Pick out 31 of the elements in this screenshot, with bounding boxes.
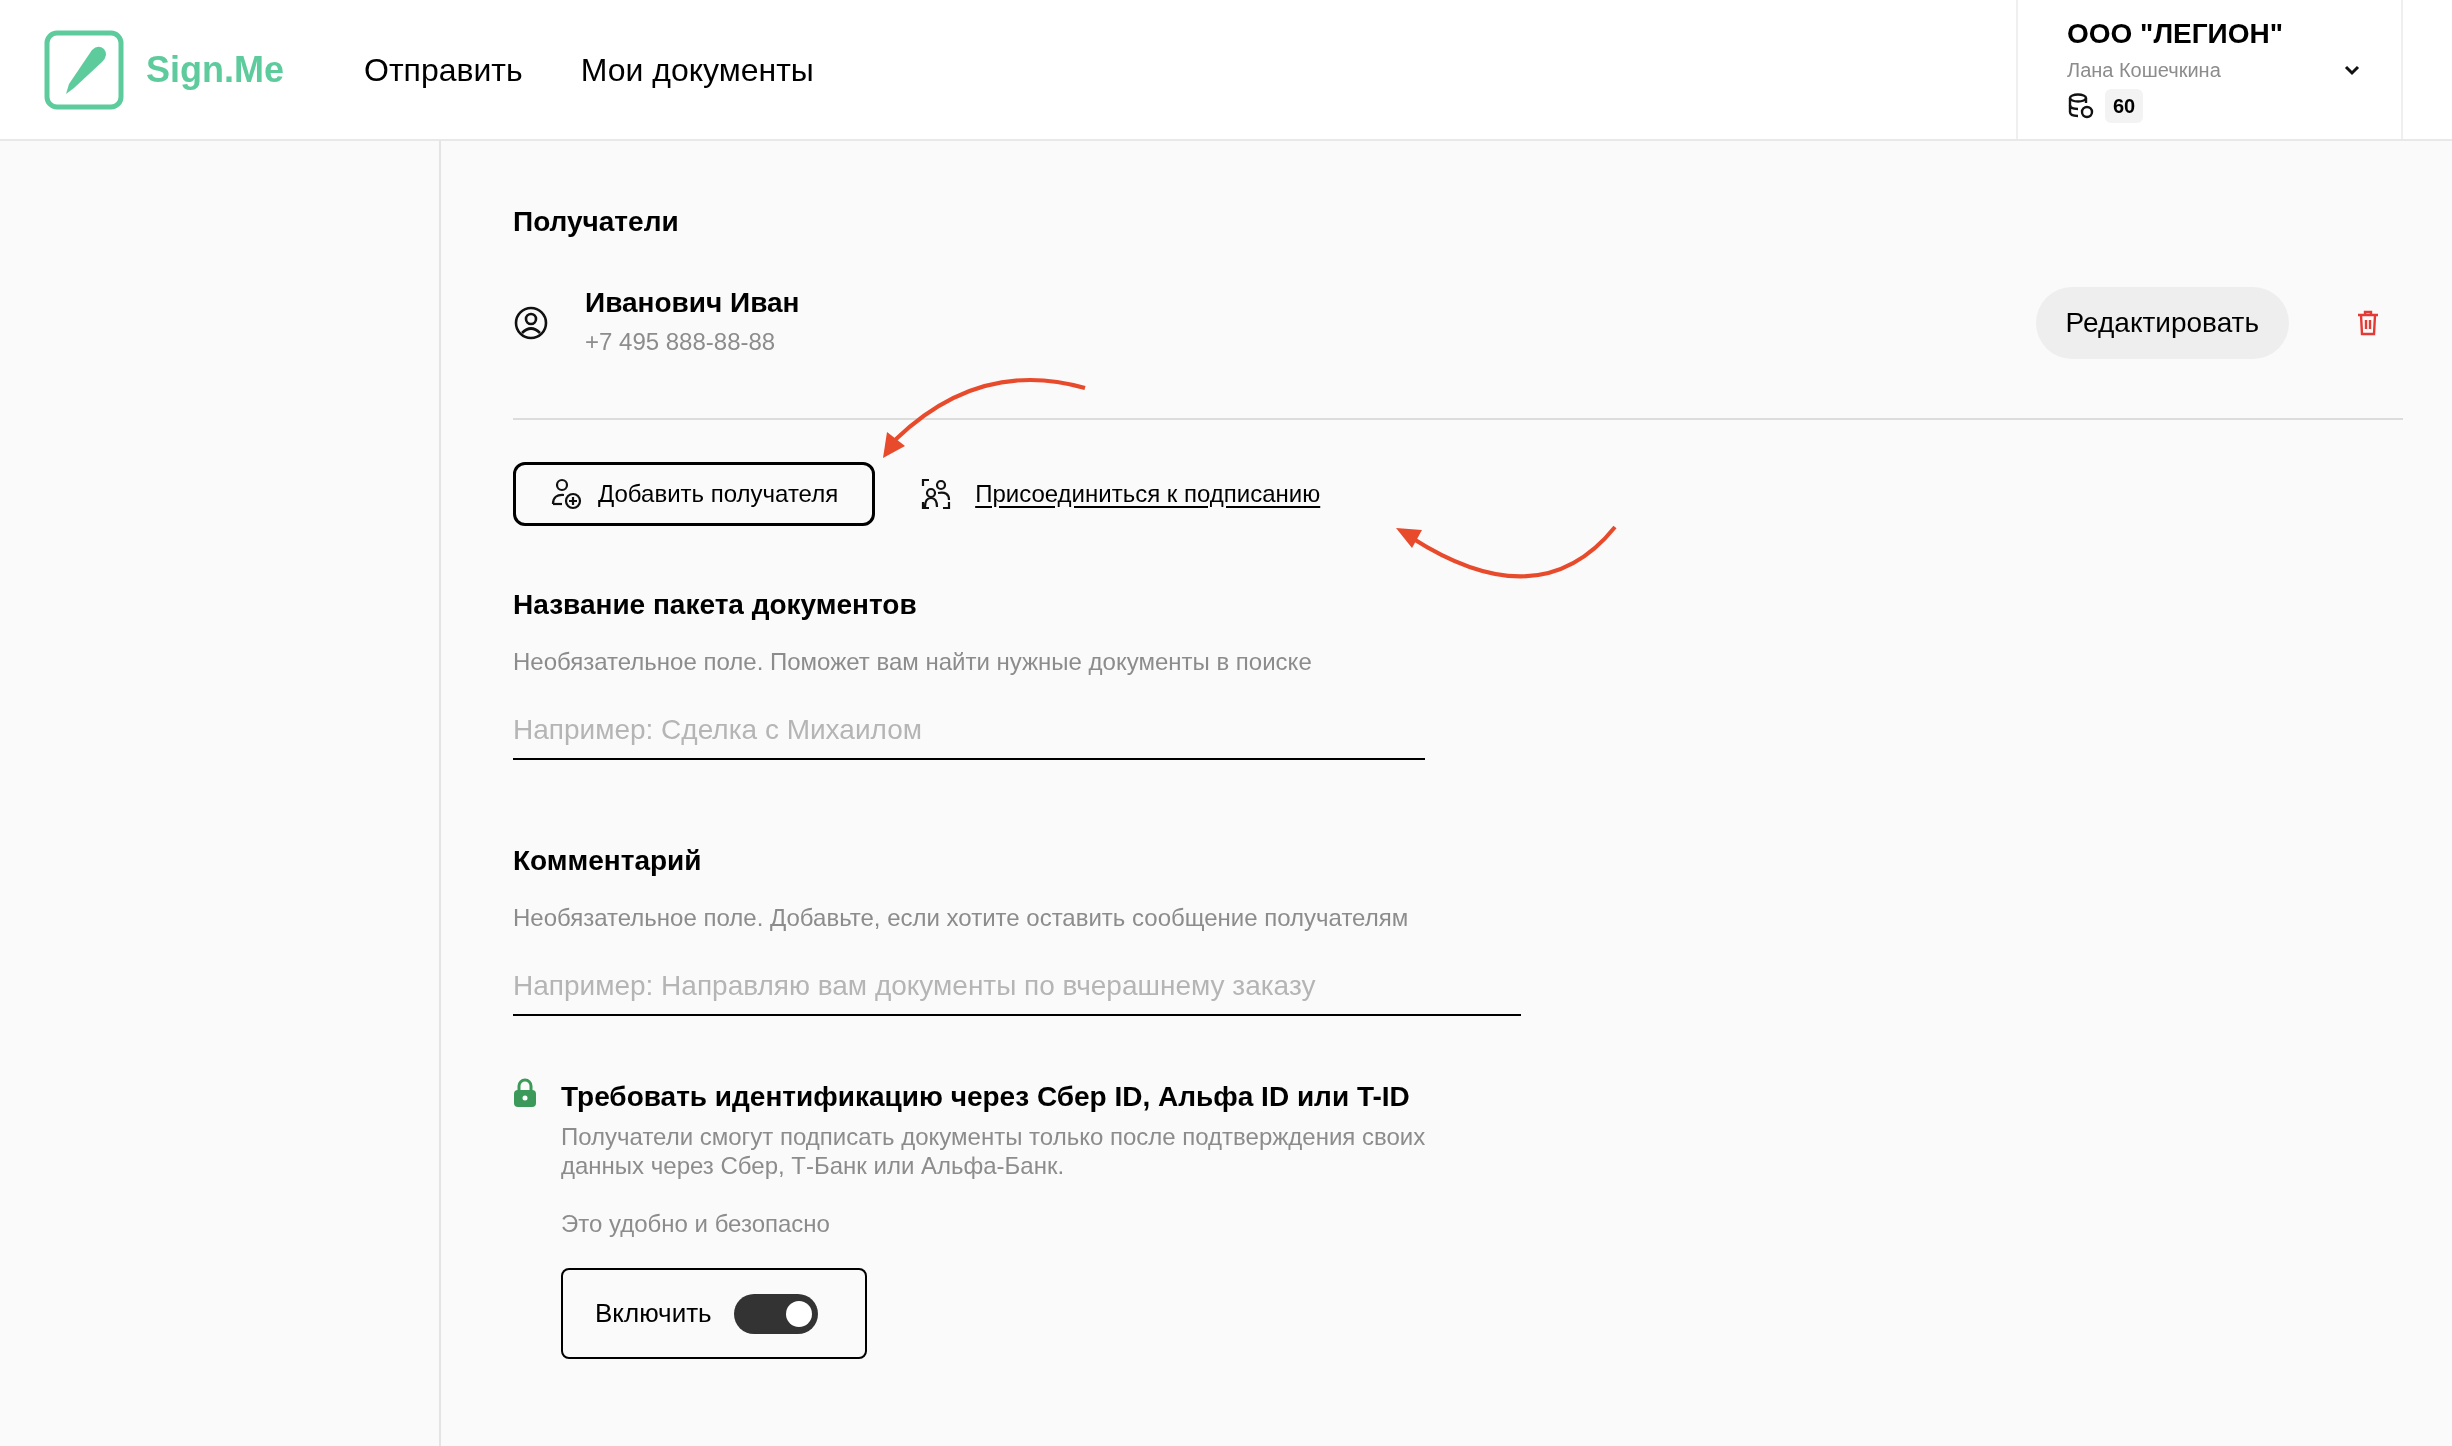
trash-icon[interactable] [2357, 309, 2379, 336]
edit-button[interactable]: Редактировать [2035, 286, 2289, 359]
company-name: ООО "ЛЕГИОН" [2067, 17, 2284, 51]
field-hint: Необязательное поле. Поможет вам найти нужные документы в поиске [513, 647, 1313, 677]
balance-badge: 60 [2105, 89, 2144, 123]
coins-icon [2067, 92, 2095, 120]
input-field[interactable]: Например: Сделка с Михаилом [513, 702, 1425, 760]
lock-icon [513, 1078, 537, 1108]
identification-title: Требовать идентификацию через Сбер ID, Альфа ID или T-ID [561, 1080, 1411, 1114]
chevron-down-icon[interactable] [2343, 64, 2361, 76]
user-circle-icon [513, 304, 549, 341]
nav-link[interactable]: Отправить [364, 45, 523, 94]
nav-link[interactable]: Мои документы [580, 45, 814, 94]
recipient-name: Иванович Иван [585, 286, 800, 320]
field-title: Название пакета документов [513, 588, 918, 622]
input-field[interactable]: Например: Направляю вам документы по вчерашнему заказу [513, 958, 1521, 1016]
join-signing-link[interactable]: Присоединиться к подписанию [975, 476, 1321, 512]
enable-toggle[interactable]: Включить [561, 1268, 867, 1359]
add-user-icon [550, 478, 582, 510]
identification-description: Получатели смогут подписать документы только после подтверждения своих данных через Сбер, Т-Банк или Альфа-Банк. [561, 1122, 1427, 1180]
field-hint: Необязательное поле. Добавьте, если хотите оставить сообщение получателям [513, 903, 1410, 933]
logo-text: Sign.Me [146, 47, 284, 92]
toggle-switch[interactable] [733, 1293, 818, 1334]
logo-icon [44, 29, 124, 110]
section-title: Получатели [513, 205, 680, 239]
field-title: Комментарий [513, 844, 703, 878]
identification-note: Это удобно и безопасно [561, 1209, 831, 1239]
user-name: Лана Кошечкина [2067, 58, 2221, 83]
add-recipient-button[interactable]: Добавить получателя [513, 462, 876, 526]
group-icon [921, 478, 952, 510]
recipient-phone: +7 495 888-88-88 [585, 327, 777, 357]
